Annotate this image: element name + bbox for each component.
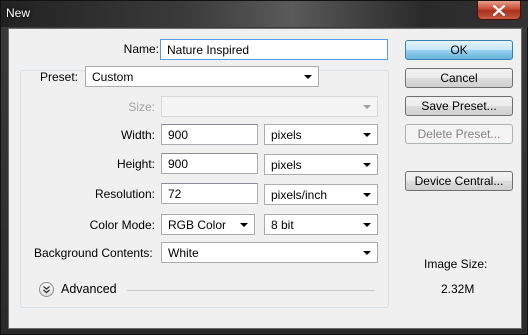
device-central-button[interactable]: Device Central... <box>405 171 513 191</box>
close-icon <box>493 4 505 16</box>
ok-button[interactable]: OK <box>405 40 513 60</box>
chevron-down-icon <box>363 163 371 167</box>
background-select[interactable]: White <box>161 242 378 263</box>
name-field[interactable]: Nature Inspired <box>160 39 388 60</box>
height-value: 900 <box>168 157 189 171</box>
chevron-down-icon <box>363 105 371 109</box>
chevron-down-icon <box>304 75 312 79</box>
preset-value: Custom <box>92 70 134 84</box>
height-label: Height: <box>116 157 155 171</box>
preset-label: Preset: <box>40 70 79 84</box>
width-field[interactable]: 900 <box>161 124 258 145</box>
resolution-field[interactable]: 72 <box>161 183 258 204</box>
image-size-label: Image Size: <box>424 257 488 271</box>
cancel-button[interactable]: Cancel <box>405 68 513 88</box>
close-button[interactable] <box>477 1 521 20</box>
size-select[interactable] <box>161 96 378 117</box>
width-unit-select[interactable]: pixels <box>264 124 378 145</box>
background-value: White <box>168 246 199 260</box>
advanced-divider <box>127 290 375 291</box>
height-field[interactable]: 900 <box>161 153 258 174</box>
name-value: Nature Inspired <box>167 43 250 57</box>
color-mode-label: Color Mode: <box>89 218 155 232</box>
height-unit-select[interactable]: pixels <box>264 154 378 175</box>
image-size-value: 2.32M <box>441 282 475 296</box>
advanced-label[interactable]: Advanced <box>61 282 117 296</box>
color-mode-value: RGB Color <box>168 218 227 232</box>
bit-depth-value: 8 bit <box>271 218 294 232</box>
resolution-unit-select[interactable]: pixels/inch <box>264 184 378 205</box>
resolution-label: Resolution: <box>94 187 155 201</box>
width-label: Width: <box>120 128 155 142</box>
bit-depth-select[interactable]: 8 bit <box>264 214 378 235</box>
color-mode-select[interactable]: RGB Color <box>161 214 255 235</box>
chevron-down-icon <box>363 193 371 197</box>
name-label: Name: <box>123 42 159 56</box>
size-label: Size: <box>128 100 155 114</box>
save-preset-button[interactable]: Save Preset... <box>405 96 513 116</box>
advanced-toggle[interactable] <box>39 282 54 297</box>
window-title: New <box>6 6 31 20</box>
chevron-down-icon <box>363 223 371 227</box>
width-unit-value: pixels <box>271 128 302 142</box>
chevron-down-icon <box>240 223 248 227</box>
background-label: Background Contents: <box>34 246 153 260</box>
height-unit-value: pixels <box>271 158 302 172</box>
double-chevron-down-icon <box>40 283 53 296</box>
new-document-dialog: New Name: Nature Inspired Preset: Custom… <box>0 0 528 335</box>
resolution-value: 72 <box>168 187 182 201</box>
chevron-down-icon <box>363 133 371 137</box>
preset-select[interactable]: Custom <box>85 66 319 87</box>
delete-preset-button[interactable]: Delete Preset... <box>405 124 513 144</box>
title-bar[interactable]: New <box>1 1 528 27</box>
dialog-body: Name: Nature Inspired Preset: Custom Siz… <box>8 28 522 329</box>
chevron-down-icon <box>363 251 371 255</box>
resolution-unit-value: pixels/inch <box>271 188 328 202</box>
width-value: 900 <box>168 128 189 142</box>
